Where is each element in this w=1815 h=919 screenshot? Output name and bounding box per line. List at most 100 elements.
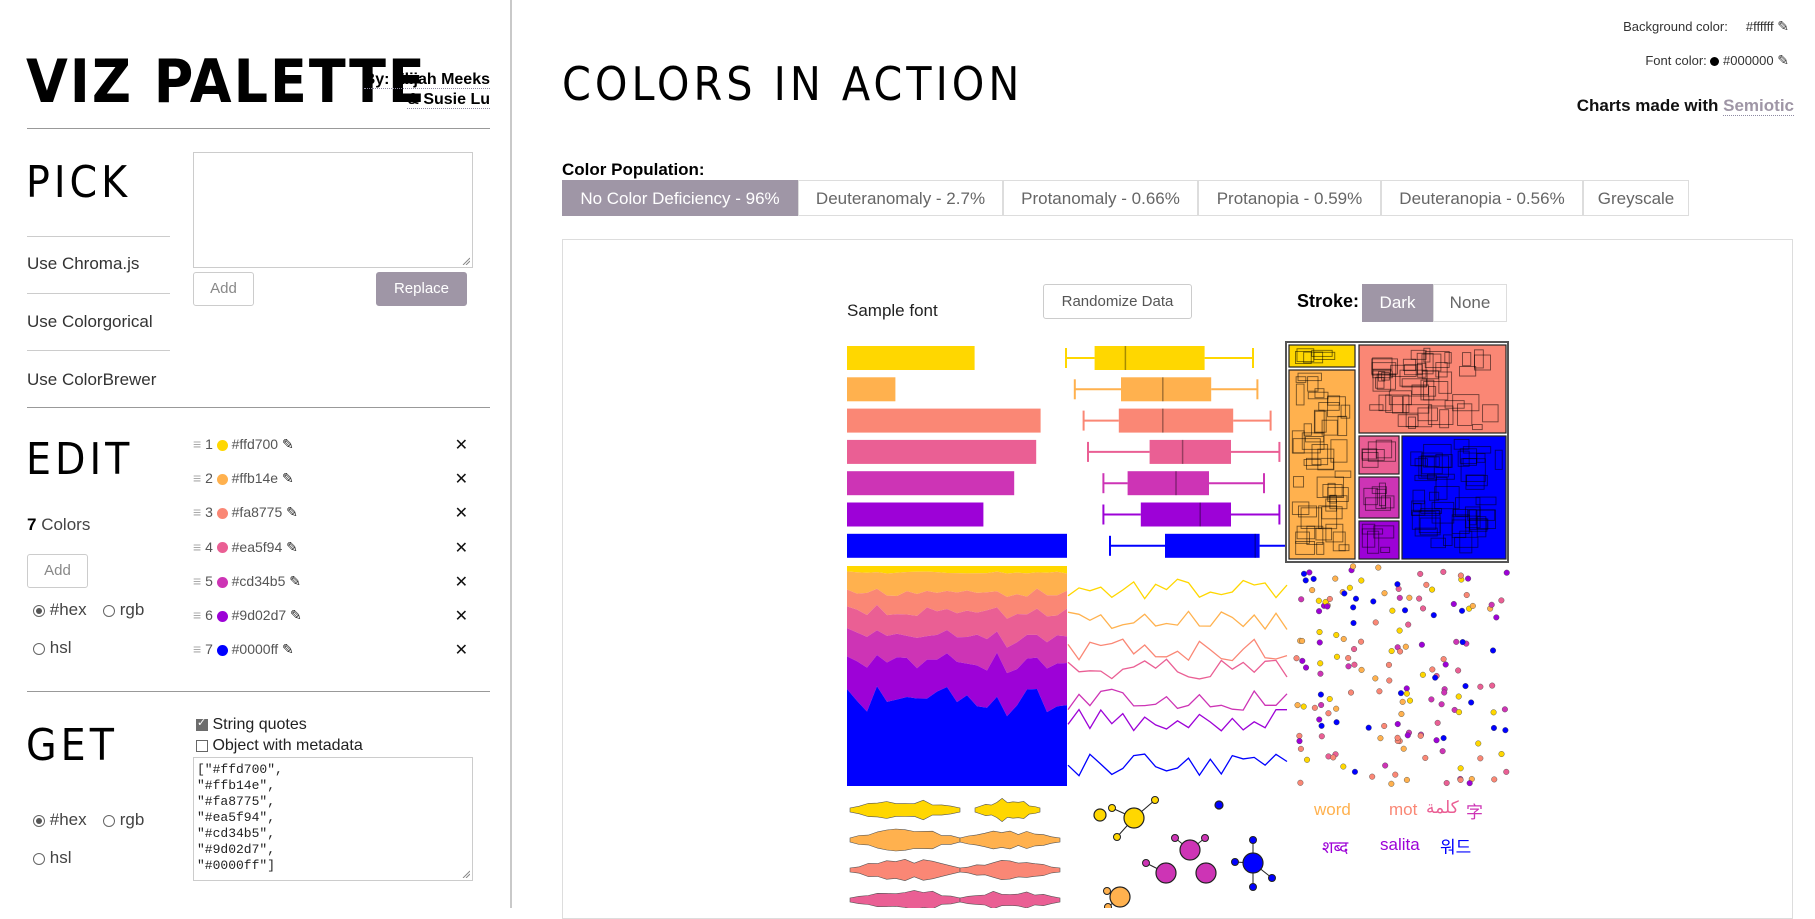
scatter-point (1459, 607, 1466, 614)
violin-shape (959, 890, 1061, 908)
violin-shape (849, 799, 961, 821)
scatter-point (1457, 776, 1464, 783)
network-leaf (1171, 834, 1179, 842)
scatter-point (1475, 740, 1482, 747)
scatter-point (1299, 657, 1306, 664)
scatter-point (1382, 762, 1389, 769)
line-series (1067, 753, 1288, 777)
scatter-point (1394, 734, 1401, 741)
scatter-point (1403, 685, 1410, 692)
scatter-point (1403, 776, 1410, 783)
scatter-point (1399, 698, 1406, 705)
scatter-point (1318, 722, 1325, 729)
scatter-point (1358, 638, 1365, 645)
scatter-point (1459, 639, 1466, 646)
bar (847, 377, 896, 402)
network-node (1179, 839, 1201, 861)
scatter-point (1455, 693, 1462, 700)
network-node (1242, 852, 1264, 874)
scatter-point (1419, 671, 1426, 678)
scatter-point (1488, 601, 1495, 608)
scatter-point (1303, 664, 1310, 671)
scatter-point (1394, 581, 1401, 588)
violin-shape (849, 890, 961, 908)
scatter-point (1389, 607, 1396, 614)
scatter-point (1417, 570, 1424, 577)
scatter-point (1468, 699, 1475, 706)
scatter-point (1457, 765, 1464, 772)
scatter-point (1503, 768, 1510, 775)
scatter-point (1316, 629, 1323, 636)
scatter-point (1365, 724, 1372, 731)
scatter-point (1369, 773, 1376, 780)
scatter-point (1466, 780, 1473, 787)
scatter-point (1346, 584, 1353, 591)
word-item: शब्द (1322, 838, 1349, 857)
scatter-point (1317, 660, 1324, 667)
network-leaf (1108, 804, 1116, 812)
line-series (1067, 688, 1288, 711)
scatter-point (1388, 780, 1395, 787)
scatter-point (1462, 683, 1469, 690)
scatter-point (1375, 564, 1382, 571)
scatter-point (1298, 596, 1305, 603)
scatter-point (1324, 603, 1331, 610)
bar (847, 533, 1067, 558)
scatter-point (1317, 691, 1324, 698)
network-node (1109, 886, 1131, 908)
scatter-point (1317, 670, 1324, 677)
scatter-point (1463, 592, 1470, 599)
scatter-point (1428, 696, 1435, 703)
scatter-point (1306, 569, 1313, 576)
box (1118, 408, 1234, 433)
box (1094, 346, 1205, 370)
scatter-point (1493, 614, 1500, 621)
line-series (1067, 638, 1288, 662)
scatter-point (1400, 745, 1407, 752)
network-node (1123, 807, 1145, 829)
scatter-point (1350, 563, 1357, 570)
violin-shape (959, 859, 1061, 881)
scatter-point (1310, 575, 1317, 582)
box (1149, 439, 1231, 464)
scatter-point (1381, 722, 1388, 729)
scatter-point (1398, 710, 1405, 717)
line-series (1067, 610, 1288, 631)
scatter-point (1294, 702, 1301, 709)
scatter-point (1309, 587, 1316, 594)
scatter-point (1455, 667, 1462, 674)
scatter-point (1442, 661, 1449, 668)
scatter-point (1315, 597, 1322, 604)
scatter-point (1491, 776, 1498, 783)
word-item: mot (1389, 800, 1418, 819)
scatter-point (1316, 716, 1323, 723)
scatter-point (1330, 754, 1337, 761)
scatter-point (1340, 763, 1347, 770)
scatter-point (1477, 755, 1484, 762)
box (1140, 502, 1231, 527)
scatter-point (1402, 607, 1409, 614)
scatter-point (1465, 575, 1472, 582)
scatter-point (1489, 682, 1496, 689)
scatter-point (1441, 689, 1448, 696)
scatter-point (1311, 704, 1318, 711)
scatter-point (1501, 706, 1508, 713)
scatter-point (1358, 666, 1365, 673)
violin-shape (849, 828, 961, 852)
scatter-point (1293, 655, 1300, 662)
scatter-point (1433, 737, 1440, 744)
network-node (1195, 862, 1217, 884)
scatter-point (1350, 619, 1357, 626)
line-series (1067, 578, 1288, 600)
network-leaf (1249, 883, 1257, 891)
scatter-point (1297, 779, 1304, 786)
scatter-point (1503, 569, 1510, 576)
network-leaf (1268, 874, 1276, 882)
bar (847, 439, 1037, 464)
scatter-point (1402, 643, 1409, 650)
network-leaf (1113, 833, 1121, 841)
scatter-point (1351, 768, 1358, 775)
scatter-point (1316, 608, 1323, 615)
scatter-point (1490, 709, 1497, 716)
network-leaf (1142, 859, 1150, 867)
